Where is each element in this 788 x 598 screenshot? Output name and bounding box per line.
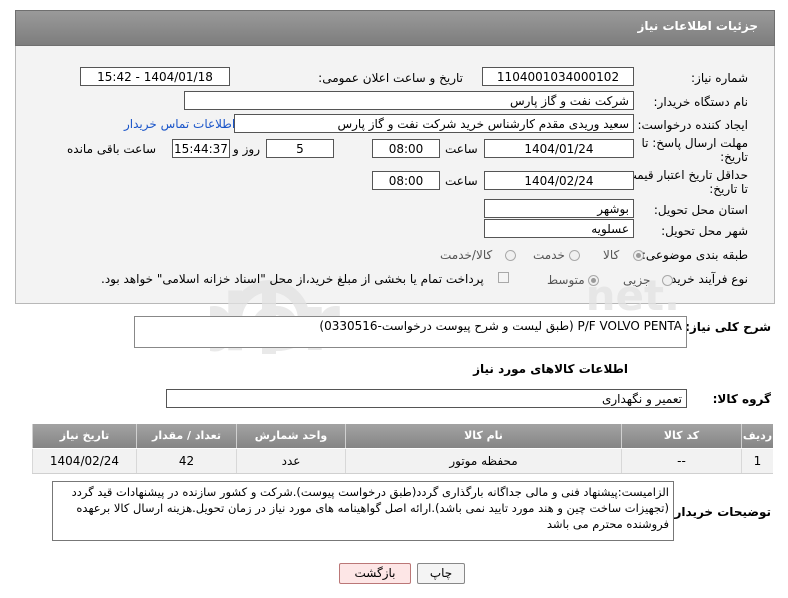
days-label: روز و — [233, 142, 260, 156]
buyer-org-label: نام دستگاه خریدار: — [653, 95, 749, 109]
buyer-notes-label: توضیحات خریدار: — [669, 505, 771, 519]
panel-titlebar: جزئیات اطلاعات نیاز — [15, 10, 775, 46]
goods-section-title: اطلاعات کالاهای مورد نیاز — [473, 362, 628, 376]
category-both-label: کالا/خدمت — [440, 248, 493, 262]
col-qty-header: تعداد / مقدار — [136, 424, 236, 448]
price-validity-label: حداقل تاریخ اعتبار قیمت: — [621, 168, 748, 182]
row-date: 1404/02/24 — [32, 449, 136, 473]
reply-time-field: 08:00 — [372, 139, 440, 158]
reply-hour-label: ساعت — [445, 142, 478, 156]
city-field: عسلویه — [484, 219, 634, 238]
col-row-header: ردیف — [741, 424, 773, 448]
city-label: شهر محل تحویل: — [661, 224, 748, 238]
category-label: طبقه بندی موضوعی: — [641, 248, 748, 262]
buyer-notes-field: الزامیست:پیشنهاد فنی و مالی جداگانه بارگ… — [52, 481, 674, 541]
print-button[interactable]: چاپ — [417, 563, 465, 584]
row-qty: 42 — [136, 449, 236, 473]
category-goods-radio[interactable] — [633, 250, 644, 261]
creator-label: ایجاد کننده درخواست: — [637, 118, 748, 132]
page-title: جزئیات اطلاعات نیاز — [637, 19, 758, 33]
price-hour-label: ساعت — [445, 174, 478, 188]
remaining-time-field: 15:44:37 — [172, 139, 230, 158]
price-validity-label-2: تا تاریخ: — [709, 182, 748, 196]
row-name: محفظه موتور — [345, 449, 621, 473]
row-index: 1 — [741, 449, 773, 473]
treasury-payment-checkbox[interactable] — [498, 272, 509, 283]
col-name-header: نام کالا — [345, 424, 621, 448]
need-number-field: 1104001034000102 — [482, 67, 634, 86]
back-button[interactable]: بازگشت — [339, 563, 411, 584]
col-code-header: کد کالا — [621, 424, 741, 448]
col-unit-header: واحد شمارش — [236, 424, 345, 448]
province-field: بوشهر — [484, 199, 634, 218]
process-minor-label: جزیی — [623, 273, 651, 287]
row-code: -- — [621, 449, 741, 473]
reply-date-field: 1404/01/24 — [484, 139, 634, 158]
category-service-radio[interactable] — [569, 250, 580, 261]
price-date-field: 1404/02/24 — [484, 171, 634, 190]
category-both-radio[interactable] — [505, 250, 516, 261]
process-medium-radio[interactable] — [588, 275, 599, 286]
col-date-header: تاریخ نیاز — [32, 424, 136, 448]
reply-deadline-label-2: تاریخ: — [720, 150, 748, 164]
buyer-contact-link[interactable]: اطلاعات تماس خریدار — [124, 117, 235, 131]
goods-group-field: تعمیر و نگهداری — [166, 389, 687, 408]
summary-field: P/F VOLVO PENTA (طبق لیست و شرح پیوست در… — [134, 316, 687, 348]
summary-label: شرح کلی نیاز: — [685, 320, 771, 334]
category-goods-label: کالا — [603, 248, 620, 262]
announce-label: تاریخ و ساعت اعلان عمومی: — [318, 71, 463, 85]
price-time-field: 08:00 — [372, 171, 440, 190]
process-minor-radio[interactable] — [662, 275, 673, 286]
days-field: 5 — [266, 139, 334, 158]
announce-field: 1404/01/18 - 15:42 — [80, 67, 230, 86]
creator-field: سعید وریدی مقدم کارشناس خرید شرکت نفت و … — [234, 114, 634, 133]
reply-deadline-label: مهلت ارسال پاسخ: تا — [641, 136, 748, 150]
province-label: استان محل تحویل: — [653, 203, 748, 217]
goods-group-label: گروه کالا: — [712, 392, 771, 406]
process-medium-label: متوسط — [547, 273, 585, 287]
process-type-label: نوع فرآیند خرید : — [663, 272, 748, 286]
need-number-label: شماره نیاز: — [691, 71, 748, 85]
category-service-label: خدمت — [533, 248, 565, 262]
remaining-label: ساعت باقی مانده — [67, 142, 157, 156]
row-unit: عدد — [236, 449, 345, 473]
treasury-payment-note: پرداخت تمام یا بخشی از مبلغ خرید،از محل … — [101, 272, 484, 286]
buyer-org-field: شرکت نفت و گاز پارس — [184, 91, 634, 110]
